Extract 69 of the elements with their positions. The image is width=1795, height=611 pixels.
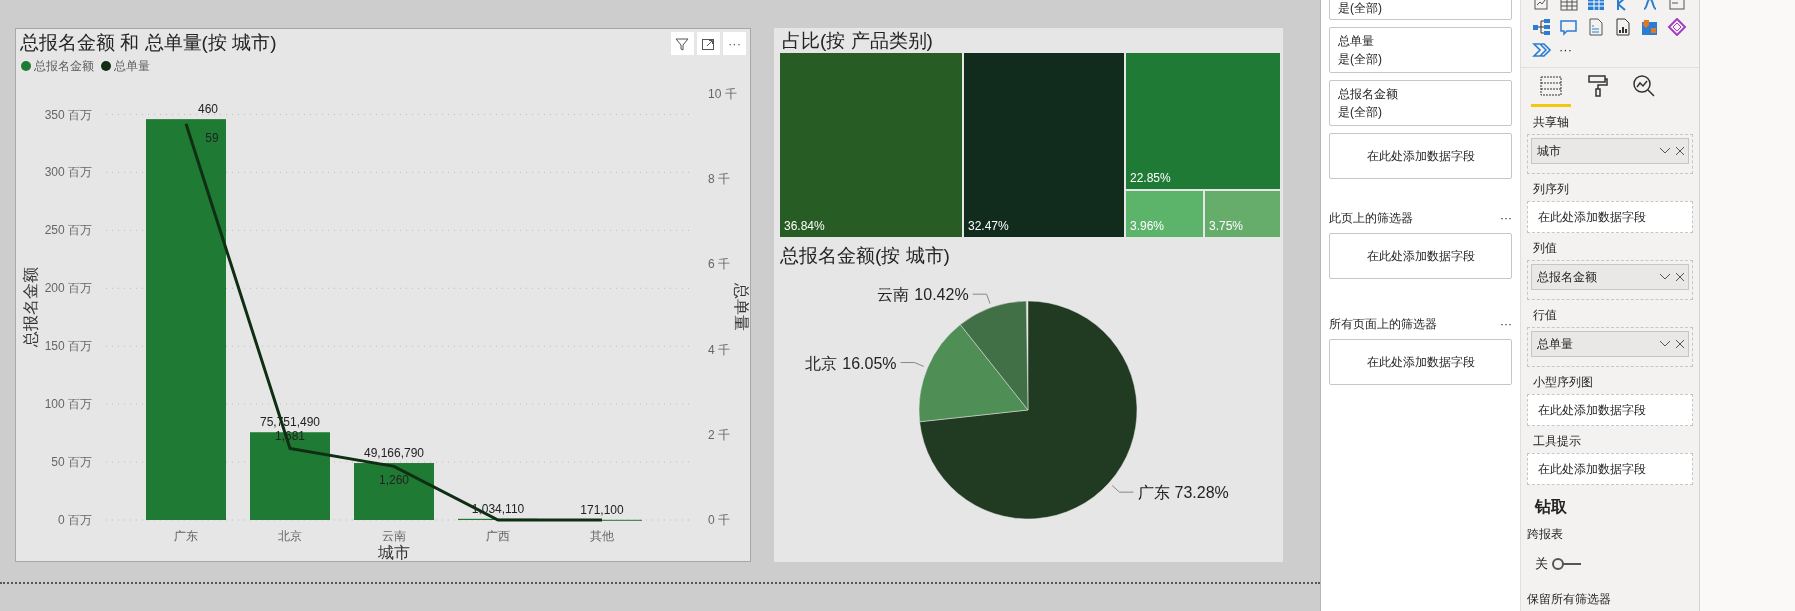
axis-tick-label: 100 百万 — [44, 397, 92, 412]
data-label: 49,166,790 — [363, 446, 425, 461]
category-label: 广西 — [486, 529, 510, 543]
chart-title: 占比(按 产品类别) — [781, 29, 934, 53]
category-label: 北京 — [278, 529, 302, 543]
data-label: 171,100 — [580, 502, 624, 517]
toggle-label: 跨报表 — [1527, 526, 1564, 543]
data-label: 32.47% — [968, 218, 1009, 235]
placeholder-text: 在此处添加数据字段 — [1366, 248, 1475, 265]
field-name: 总报名金额 — [1537, 269, 1597, 286]
field-name: 总单量 — [1537, 336, 1573, 353]
data-label: 59 — [205, 130, 219, 145]
data-label: 36.84% — [784, 218, 825, 235]
axis-tick-label: 150 百万 — [44, 339, 92, 354]
placeholder-text: 在此处添加数据字段 — [1538, 462, 1646, 476]
data-label: 3.96% — [1130, 218, 1165, 235]
data-label: 10.42% — [914, 286, 969, 304]
well-label: 列值 — [1533, 240, 1558, 257]
well-label: 共享轴 — [1533, 114, 1570, 131]
section-title: 所有页面上的筛选器 — [1329, 316, 1437, 333]
axis-tick-label: 350 百万 — [44, 107, 92, 122]
filter-text: 是(全部) — [1338, 0, 1383, 17]
axis-tick-label: 10 千 — [708, 87, 737, 101]
chart-title: 总报名金额(按 城市) — [779, 244, 951, 267]
well-label: 小型序列图 — [1533, 374, 1594, 391]
axis-tick-label: 4 千 — [708, 342, 730, 357]
filter-text: 总报名金额 — [1338, 86, 1399, 103]
chart-title: 总报名金额 和 总单量(按 城市) — [20, 32, 277, 54]
axis-title: 总报名金额 — [22, 267, 39, 347]
toggle-label: 保留所有筛选器 — [1527, 590, 1612, 608]
axis-tick-label: 6 千 — [708, 257, 730, 272]
data-label: 460 — [198, 102, 218, 117]
legend-label: 总单量 — [114, 58, 150, 75]
category-label: 其他 — [590, 529, 614, 543]
axis-tick-label: 8 千 — [708, 172, 730, 187]
filter-text: 是(全部) — [1338, 104, 1383, 121]
axis-tick-label: 2 千 — [708, 427, 730, 442]
axis-title: 城市 — [378, 544, 410, 561]
data-label: 1,260 — [379, 473, 409, 488]
section-title: 钻取 — [1535, 497, 1568, 517]
category-label: 云南 — [877, 286, 910, 304]
axis-tick-label: 200 百万 — [44, 281, 92, 296]
axis-title: 总单量 — [733, 283, 750, 331]
filter-text: 是(全部) — [1338, 51, 1383, 68]
well-label: 列序列 — [1533, 181, 1570, 198]
category-label: 广东 — [1137, 484, 1170, 502]
well-label: 工具提示 — [1533, 433, 1582, 450]
field-name: 城市 — [1537, 143, 1561, 160]
legend-label: 总报名金额 — [34, 58, 95, 75]
axis-tick-label: 50 百万 — [51, 455, 92, 470]
category-label: 广东 — [174, 529, 198, 543]
axis-tick-label: 250 百万 — [44, 223, 92, 238]
placeholder-text: 在此处添加数据字段 — [1538, 210, 1646, 224]
well-label: 行值 — [1533, 307, 1558, 324]
data-label: 73.28% — [1174, 484, 1229, 502]
placeholder-text: 在此处添加数据字段 — [1366, 148, 1475, 165]
axis-tick-label: 0 百万 — [58, 513, 92, 527]
placeholder-text: 在此处添加数据字段 — [1538, 403, 1646, 417]
toggle-state-text: 关 — [1535, 555, 1548, 573]
data-label: 3.75% — [1209, 218, 1244, 235]
section-title: 此页上的筛选器 — [1329, 210, 1413, 227]
placeholder-text: 在此处添加数据字段 — [1366, 354, 1475, 371]
category-label: 云南 — [382, 529, 406, 543]
data-label: 22.85% — [1130, 170, 1171, 187]
filter-text: 总单量 — [1338, 33, 1375, 50]
axis-tick-label: 300 百万 — [44, 165, 92, 180]
data-label: 16.05% — [842, 354, 897, 372]
axis-tick-label: 0 千 — [708, 513, 730, 527]
category-label: 北京 — [805, 354, 838, 372]
